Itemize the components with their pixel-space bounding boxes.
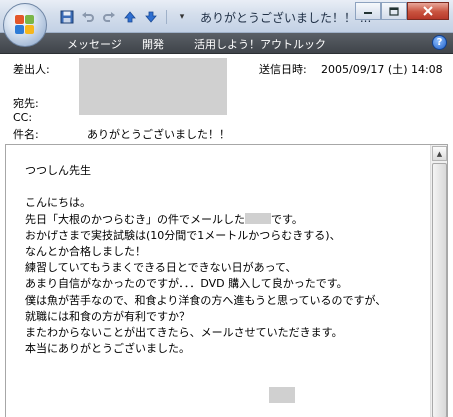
scroll-thumb[interactable] <box>432 163 447 417</box>
body-line-suffix: です。 <box>271 212 303 226</box>
customize-icon[interactable]: ▾ <box>173 8 191 26</box>
message-text: つつしん先生 こんにちは。 先日「大根のかつらむき」の件でメールした です。 おか… <box>25 163 420 357</box>
from-label: 差出人: <box>13 63 50 76</box>
tab-developer[interactable]: 開発 <box>142 36 164 52</box>
sent-label: 送信日時: <box>259 63 307 76</box>
up-arrow-icon[interactable] <box>121 8 139 26</box>
toolbar-separator <box>166 10 167 24</box>
quick-access-toolbar: ▾ <box>58 8 191 26</box>
body-line: こんにちは。 <box>25 196 91 210</box>
subject-label: 件名: <box>13 128 39 141</box>
redacted-sender <box>79 58 227 115</box>
greeting: つつしん先生 <box>25 164 91 177</box>
body-line: おかげさまで実技試験は(10分間で1メートルかつらむきする)、 <box>25 228 341 242</box>
redo-icon[interactable] <box>100 8 118 26</box>
ribbon-tabs: メッセージ 開発 活用しよう！アウトルック ? <box>0 33 453 54</box>
redacted-signature <box>269 387 295 403</box>
body-line: 練習していてもうまくできる日とできない日があって、 <box>25 261 297 275</box>
help-icon[interactable]: ? <box>432 35 447 50</box>
redacted-name <box>245 212 271 224</box>
maximize-button[interactable] <box>381 2 407 20</box>
down-arrow-icon[interactable] <box>142 8 160 26</box>
sent-value: 2005/09/17 (土) 14:08 <box>321 63 443 76</box>
tab-message[interactable]: メッセージ <box>67 36 122 52</box>
title-bar: ▾ ありがとうございました！！ ... <box>0 0 453 33</box>
body-line: なんとか合格しました！ <box>25 244 146 258</box>
subject-value: ありがとうございました！！ <box>87 128 230 141</box>
undo-icon[interactable] <box>79 8 97 26</box>
cc-label: CC: <box>13 111 33 124</box>
save-icon[interactable] <box>58 8 76 26</box>
scroll-up-icon[interactable]: ▲ <box>432 146 447 161</box>
vertical-scrollbar[interactable]: ▲ <box>430 145 447 417</box>
body-line-text: 先日「大根のかつらむき」の件でメールした <box>25 212 245 226</box>
body-line: またわからないことが出てきたら、メールさせていただきます。 <box>25 325 343 339</box>
window-title: ありがとうございました！！ ... <box>200 11 372 25</box>
body-line: あまり自信がなかったのですが．．．DVD 購入して良かったです。 <box>25 277 348 291</box>
message-body[interactable]: つつしん先生 こんにちは。 先日「大根のかつらむき」の件でメールした です。 おか… <box>5 144 448 417</box>
body-line: 先日「大根のかつらむき」の件でメールした です。 <box>25 212 420 228</box>
office-button[interactable] <box>3 3 47 47</box>
office-logo-icon <box>15 15 35 35</box>
close-button[interactable] <box>407 2 449 20</box>
body-line: 就職には和食の方が有利ですか？ <box>25 309 190 323</box>
to-label: 宛先: <box>13 97 39 110</box>
minimize-button[interactable] <box>355 2 381 20</box>
body-line: 本当にありがとうございました。 <box>25 342 190 356</box>
window-controls <box>355 2 449 20</box>
body-line: 僕は魚が苦手なので、和食より洋食の方へ進もうと思っているのですが、 <box>25 293 387 307</box>
message-header: 差出人: 送信日時: 2005/09/17 (土) 14:08 宛先: CC: … <box>0 55 453 143</box>
tab-outlook-tips[interactable]: 活用しよう！アウトルック <box>194 36 326 52</box>
